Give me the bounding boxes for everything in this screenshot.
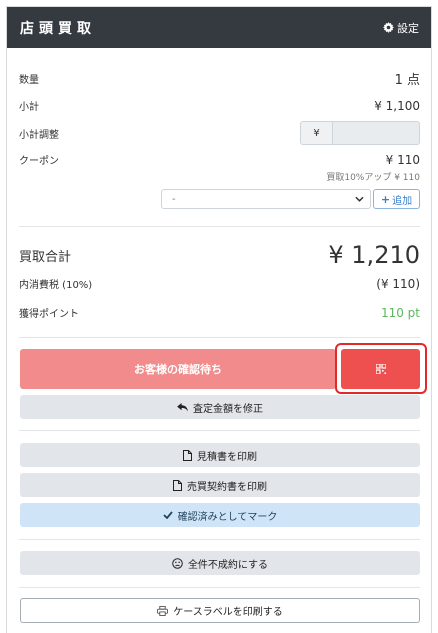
subtotal-label: 小計 — [19, 102, 39, 113]
check-icon — [163, 511, 173, 519]
total-row: 買取合計 ¥ 1,210 — [19, 241, 420, 269]
awaiting-confirmation-button[interactable]: お客様の確認待ち — [20, 349, 336, 389]
plus-icon: + — [380, 192, 391, 206]
fix-amount-label: 査定金額を修正 — [193, 403, 263, 415]
adjust-label: 小計調整 — [19, 130, 59, 141]
pdf-file-icon — [173, 479, 182, 491]
awaiting-confirmation-label: お客様の確認待ち — [134, 363, 222, 376]
add-coupon-button[interactable]: + 追加 — [373, 189, 420, 209]
divider — [19, 226, 420, 227]
mark-confirmed-label: 確認済みとしてマーク — [177, 511, 278, 523]
undo-icon — [177, 402, 188, 412]
chevron-down-icon — [355, 196, 364, 202]
points-value: 110 pt — [380, 305, 420, 320]
divider — [19, 337, 420, 338]
add-coupon-label: 追加 — [392, 195, 413, 207]
print-estimate-label: 見積書を印刷 — [197, 451, 257, 463]
coupon-row: クーポン ¥ 110 — [19, 152, 420, 168]
pdf-file-icon — [183, 449, 192, 461]
subtotal-adjust-group: ¥ — [300, 121, 420, 145]
divider — [19, 430, 420, 431]
subtotal-adjust-input[interactable] — [333, 121, 420, 145]
settings-label: 設定 — [397, 21, 419, 35]
coupon-note-row: 買取10%アップ ¥ 110 — [19, 170, 420, 183]
tax-row: 内消費税 (10%) (¥ 110) — [19, 276, 420, 292]
tax-value: (¥ 110) — [376, 276, 420, 291]
print-contract-button[interactable]: 売買契約書を印刷 — [20, 473, 420, 497]
coupon-note: 買取10%アップ ¥ 110 — [326, 173, 420, 183]
total-label: 買取合計 — [19, 249, 72, 265]
panel-title: 店頭買取 — [20, 20, 96, 37]
quantity-row: 数量 1 点 — [19, 69, 420, 88]
tax-label: 内消費税 (10%) — [19, 280, 93, 291]
printer-icon — [157, 605, 169, 616]
fix-amount-button[interactable]: 査定金額を修正 — [20, 395, 420, 419]
subtotal-row: 小計 ¥ 1,100 — [19, 98, 420, 114]
points-label: 獲得ポイント — [19, 309, 79, 320]
print-estimate-button[interactable]: 見積書を印刷 — [20, 443, 420, 467]
mark-confirmed-button[interactable]: 確認済みとしてマーク — [20, 503, 420, 527]
divider — [19, 587, 420, 588]
divider — [19, 539, 420, 540]
coupon-label: クーポン — [19, 156, 59, 167]
frown-face-icon — [172, 557, 183, 569]
quantity-value: 1 点 — [394, 73, 420, 88]
coupon-value: ¥ 110 — [385, 152, 420, 167]
subtotal-value: ¥ 1,100 — [374, 98, 420, 113]
coupon-select-value: - — [172, 193, 176, 205]
points-row: 獲得ポイント 110 pt — [19, 305, 420, 321]
panel-header: 店頭買取 設定 — [7, 7, 431, 48]
print-case-label-button[interactable]: ケースラベルを印刷する — [20, 598, 420, 623]
yen-prefix: ¥ — [300, 121, 333, 145]
reject-all-button[interactable]: 全件不成約にする — [20, 551, 420, 575]
coupon-select[interactable]: - — [161, 189, 371, 209]
quantity-label: 数量 — [19, 75, 39, 86]
print-contract-label: 売買契約書を印刷 — [187, 481, 267, 493]
gear-icon — [383, 22, 394, 33]
reject-all-label: 全件不成約にする — [187, 559, 269, 571]
qr-button-highlight — [335, 343, 427, 394]
print-case-label-text: ケースラベルを印刷する — [173, 607, 283, 618]
total-value: ¥ 1,210 — [328, 241, 420, 269]
settings-button[interactable]: 設定 — [383, 20, 419, 36]
